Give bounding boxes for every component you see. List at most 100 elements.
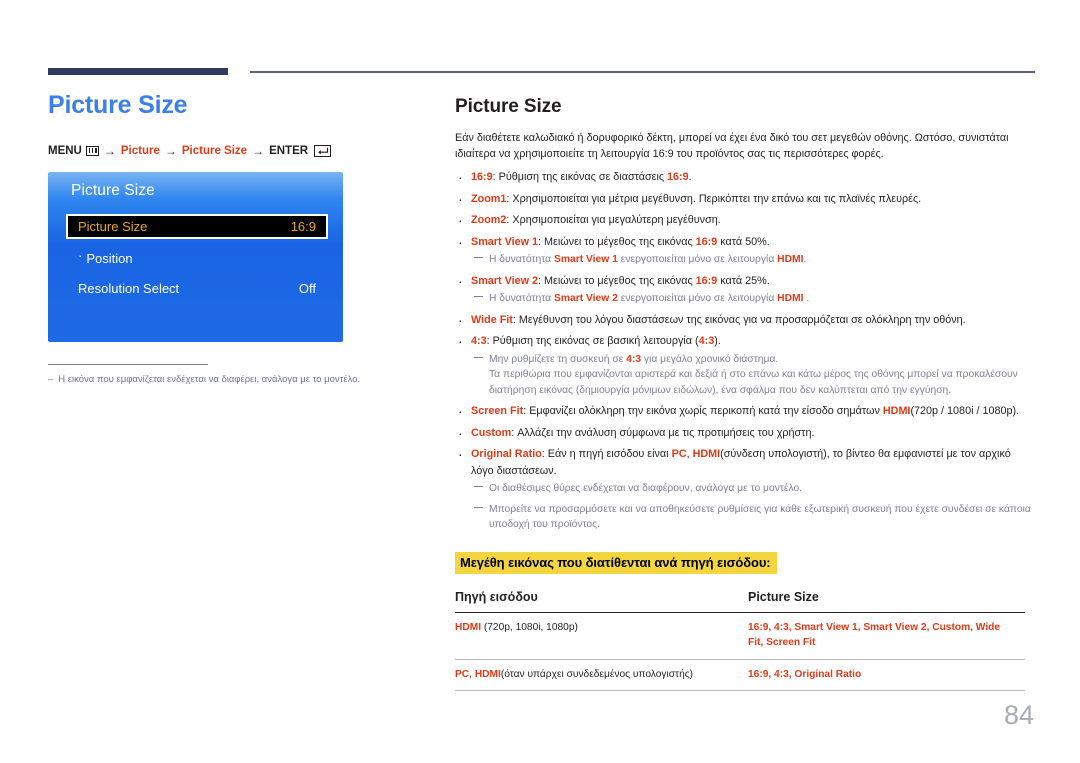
section-title: Picture Size: [455, 96, 562, 117]
bullet-text-a: : Ρύθμιση της εικόνας σε διαστάσεις: [492, 171, 668, 184]
subnote-continuation: Τα περιθώρια που εμφανίζονται αριστερά κ…: [489, 369, 1018, 396]
bullet-text-b: .: [688, 171, 692, 184]
subnote-text-b: για μεγάλο χρονικό διάστημα.: [641, 353, 779, 365]
table-row: PC, HDMI(όταν υπάρχει συνδεδεμένος υπολο…: [455, 659, 1025, 692]
subnote-text-a: Η δυνατότητα: [489, 293, 554, 305]
bullet-text-a: : Μεγέθυνση του λόγου διαστάσεων της εικ…: [512, 313, 966, 326]
breadcrumb: MENU → Picture → Picture Size → ENTER: [48, 144, 428, 158]
bullet-term: Screen Fit: [471, 405, 524, 418]
bullet-term: Wide Fit: [471, 313, 513, 326]
bullet-text-a: : Χρησιμοποιείται για μεγαλύτερη μεγέθυν…: [506, 214, 721, 227]
bullet-text-b: (720p / 1080i / 1080p).: [910, 405, 1020, 418]
bullet-smart-view-1: Smart View 1: Μειώνει το μέγεθος της εικ…: [455, 232, 1035, 268]
osd-panel: Picture Size Picture Size 16:9 · Positio…: [48, 171, 343, 342]
source-rest: (720p, 1080i, 1080p): [481, 621, 578, 633]
bullet-original-ratio: Original Ratio: Εάν η πηγή εισόδου είναι…: [455, 444, 1035, 533]
bullet-4-3: 4:3: Ρύθμιση της εικόνας σε βασική λειτο…: [455, 331, 1035, 399]
bullet-text-a: : Ρύθμιση της εικόνας σε βασική λειτουργ…: [486, 335, 699, 348]
osd-row-resolution-select[interactable]: Resolution Select Off: [66, 277, 328, 301]
bullet-text-b: κατά 50%.: [717, 235, 770, 248]
source-rest-2: (όταν υπάρχει συνδεδεμένος υπολογιστής): [500, 668, 694, 680]
subnote-text-c: .: [803, 293, 810, 305]
bullet-term: Smart View 2: [471, 274, 539, 287]
page-number: 84: [1003, 700, 1034, 730]
bullet-16-9: 16:9: Ρύθμιση της εικόνας σε διαστάσεις …: [455, 167, 1035, 189]
footnote-text: Η εικόνα που εμφανίζεται ενδέχεται να δι…: [58, 373, 361, 385]
bullet-text-a: : Μειώνει το μέγεθος της εικόνας: [538, 274, 696, 287]
enter-arrow-icon: [314, 144, 332, 157]
table-header-source: Πηγή εισόδου: [455, 587, 748, 613]
osd-row-label: Position: [86, 251, 133, 266]
highlighted-heading: Μεγέθη εικόνας που διατίθενται ανά πηγή …: [455, 551, 777, 574]
subnote-hdmi: HDMI: [777, 293, 804, 305]
page-title-left: Picture Size: [48, 91, 188, 119]
osd-row-prefix: ·: [78, 248, 83, 263]
table-header-row: Πηγή εισόδου Picture Size: [455, 587, 1025, 613]
breadcrumb-enter-label: ENTER: [269, 144, 309, 157]
subnote-text-a: Μην ρυθμίζετε τη συσκευή σε: [489, 353, 627, 365]
osd-row-value: 16:9: [290, 218, 316, 234]
breadcrumb-item-picture[interactable]: Picture: [121, 145, 160, 157]
bullet-text-b: κατά 25%.: [717, 274, 770, 287]
bullet-red-mid: 16:9: [695, 235, 718, 248]
breadcrumb-item-picture-size[interactable]: Picture Size: [182, 145, 247, 157]
bullet-smart-view-2: Smart View 2: Μειώνει το μέγεθος της εικ…: [455, 271, 1035, 307]
bullet-red-mid: HDMI: [882, 405, 911, 418]
input-source-table: Πηγή εισόδου Picture Size HDMI (720p, 10…: [455, 587, 1025, 692]
bullet-screen-fit: Screen Fit: Εμφανίζει ολόκληρη την εικόν…: [455, 401, 1035, 423]
subnote-text: Μπορείτε να προσαρμόσετε και να αποθηκεύ…: [489, 503, 1031, 531]
left-footnote-block: – Η εικόνα που εμφανίζεται ενδέχεται να …: [48, 363, 428, 387]
subnote-term: Smart View 2: [553, 293, 618, 305]
bullet-red-mid: 4:3: [698, 335, 715, 348]
bullet-term: Zoom1: [471, 192, 507, 205]
subnote-text-a: Η δυνατότητα: [489, 254, 554, 265]
bullet-wide-fit: Wide Fit: Μεγέθυνση του λόγου διαστάσεων…: [455, 310, 1035, 332]
page-header-rules: [0, 0, 1080, 86]
bullet-term: Smart View 1: [471, 235, 539, 248]
bullet-zoom2: Zoom2: Χρησιμοποιείται για μεγαλύτερη με…: [455, 210, 1035, 232]
table-cell-values: 16:9, 4:3, Smart View 1, Smart View 2, C…: [748, 612, 1025, 660]
subnote-text-c: .: [803, 254, 807, 265]
menu-bars-icon: [85, 145, 99, 156]
breadcrumb-arrow-1: →: [103, 143, 116, 158]
table-cell-values: 16:9, 4:3, Original Ratio: [748, 659, 1025, 692]
bullet-red-mid: 16:9: [695, 274, 718, 287]
osd-row-label: Resolution Select: [78, 281, 180, 296]
subnote-text: Οι διαθέσιμες θύρες ενδέχεται να διαφέρο…: [489, 483, 803, 495]
intro-paragraph: Εάν διαθέτετε καλωδιακό ή δορυφορικό δέκ…: [455, 132, 1009, 161]
bullet-term: Custom: [471, 426, 512, 439]
footnote-dash: –: [48, 373, 54, 385]
subnote-ports: Οι διαθέσιμες θύρες ενδέχεται να διαφέρο…: [471, 481, 1035, 497]
bullet-term: 4:3: [471, 335, 487, 348]
bullet-custom: Custom: Αλλάζει την ανάλυση σύμφωνα με τ…: [455, 423, 1035, 445]
subnote-text-b: ενεργοποιείται μόνο σε λειτουργία: [617, 293, 778, 305]
bullet-text-a: : Αλλάζει την ανάλυση σύμφωνα με τις προ…: [511, 426, 815, 439]
subnote-4-3: Μην ρυθμίζετε τη συσκευή σε 4:3 για μεγά…: [471, 352, 1035, 399]
subnote-smart-view-2: Η δυνατότητα Smart View 2 ενεργοποιείται…: [471, 291, 1035, 307]
subnote-smart-view-1: Η δυνατότητα Smart View 1 ενεργοποιείται…: [471, 252, 1035, 268]
header-thick-bar: [48, 68, 228, 75]
bullet-text-b: ).: [714, 335, 721, 348]
header-thin-rule: [250, 71, 1035, 73]
table-cell-source: PC, HDMI(όταν υπάρχει συνδεδεμένος υπολο…: [455, 659, 748, 692]
breadcrumb-menu-label: MENU: [48, 144, 82, 157]
source-red-label: HDMI: [455, 621, 482, 633]
table-row: HDMI (720p, 1080i, 1080p) 16:9, 4:3, Sma…: [455, 612, 1025, 660]
right-column: Picture Size Εάν διαθέτετε καλωδιακό ή δ…: [455, 96, 1035, 692]
subnote-hdmi: HDMI: [777, 254, 804, 265]
bullet-term: Original Ratio: [471, 448, 542, 461]
bullet-term: Zoom2: [471, 214, 507, 227]
subnote-term: Smart View 1: [553, 254, 618, 265]
table-header-picture-size: Picture Size: [748, 587, 1025, 613]
bullet-red-hdmi: HDMI: [692, 448, 721, 461]
bullet-red-mid: 16:9: [667, 171, 689, 184]
osd-row-value: Off: [298, 281, 316, 296]
osd-title: Picture Size: [71, 181, 155, 199]
bullet-text-a: : Εμφανίζει ολόκληρη την εικόνα χωρίς πε…: [523, 405, 883, 418]
subnote-term: 4:3: [626, 353, 642, 365]
osd-row-position[interactable]: · Position: [66, 247, 328, 271]
osd-row-picture-size[interactable]: Picture Size 16:9: [66, 213, 328, 239]
bullet-text-a: : Μειώνει το μέγεθος της εικόνας: [538, 235, 696, 248]
breadcrumb-arrow-2: →: [164, 143, 177, 158]
subnote-text-b: ενεργοποιείται μόνο σε λειτουργία: [617, 254, 778, 265]
